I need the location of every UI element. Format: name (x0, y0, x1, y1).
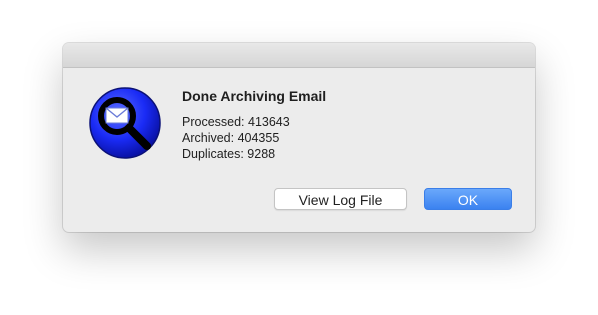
mail-search-app-icon (89, 87, 161, 159)
archived-count: Archived: 404355 (182, 131, 280, 145)
dialog-titlebar[interactable] (63, 43, 535, 68)
ok-button[interactable]: OK (424, 188, 512, 210)
archive-stats: Processed: 413643 Archived: 404355 Dupli… (182, 114, 290, 162)
processed-count: Processed: 413643 (182, 115, 290, 129)
view-log-file-button[interactable]: View Log File (274, 188, 407, 210)
alert-dialog: Done Archiving Email Processed: 413643 A… (63, 43, 535, 232)
dialog-heading: Done Archiving Email (182, 88, 327, 104)
duplicates-count: Duplicates: 9288 (182, 147, 276, 161)
